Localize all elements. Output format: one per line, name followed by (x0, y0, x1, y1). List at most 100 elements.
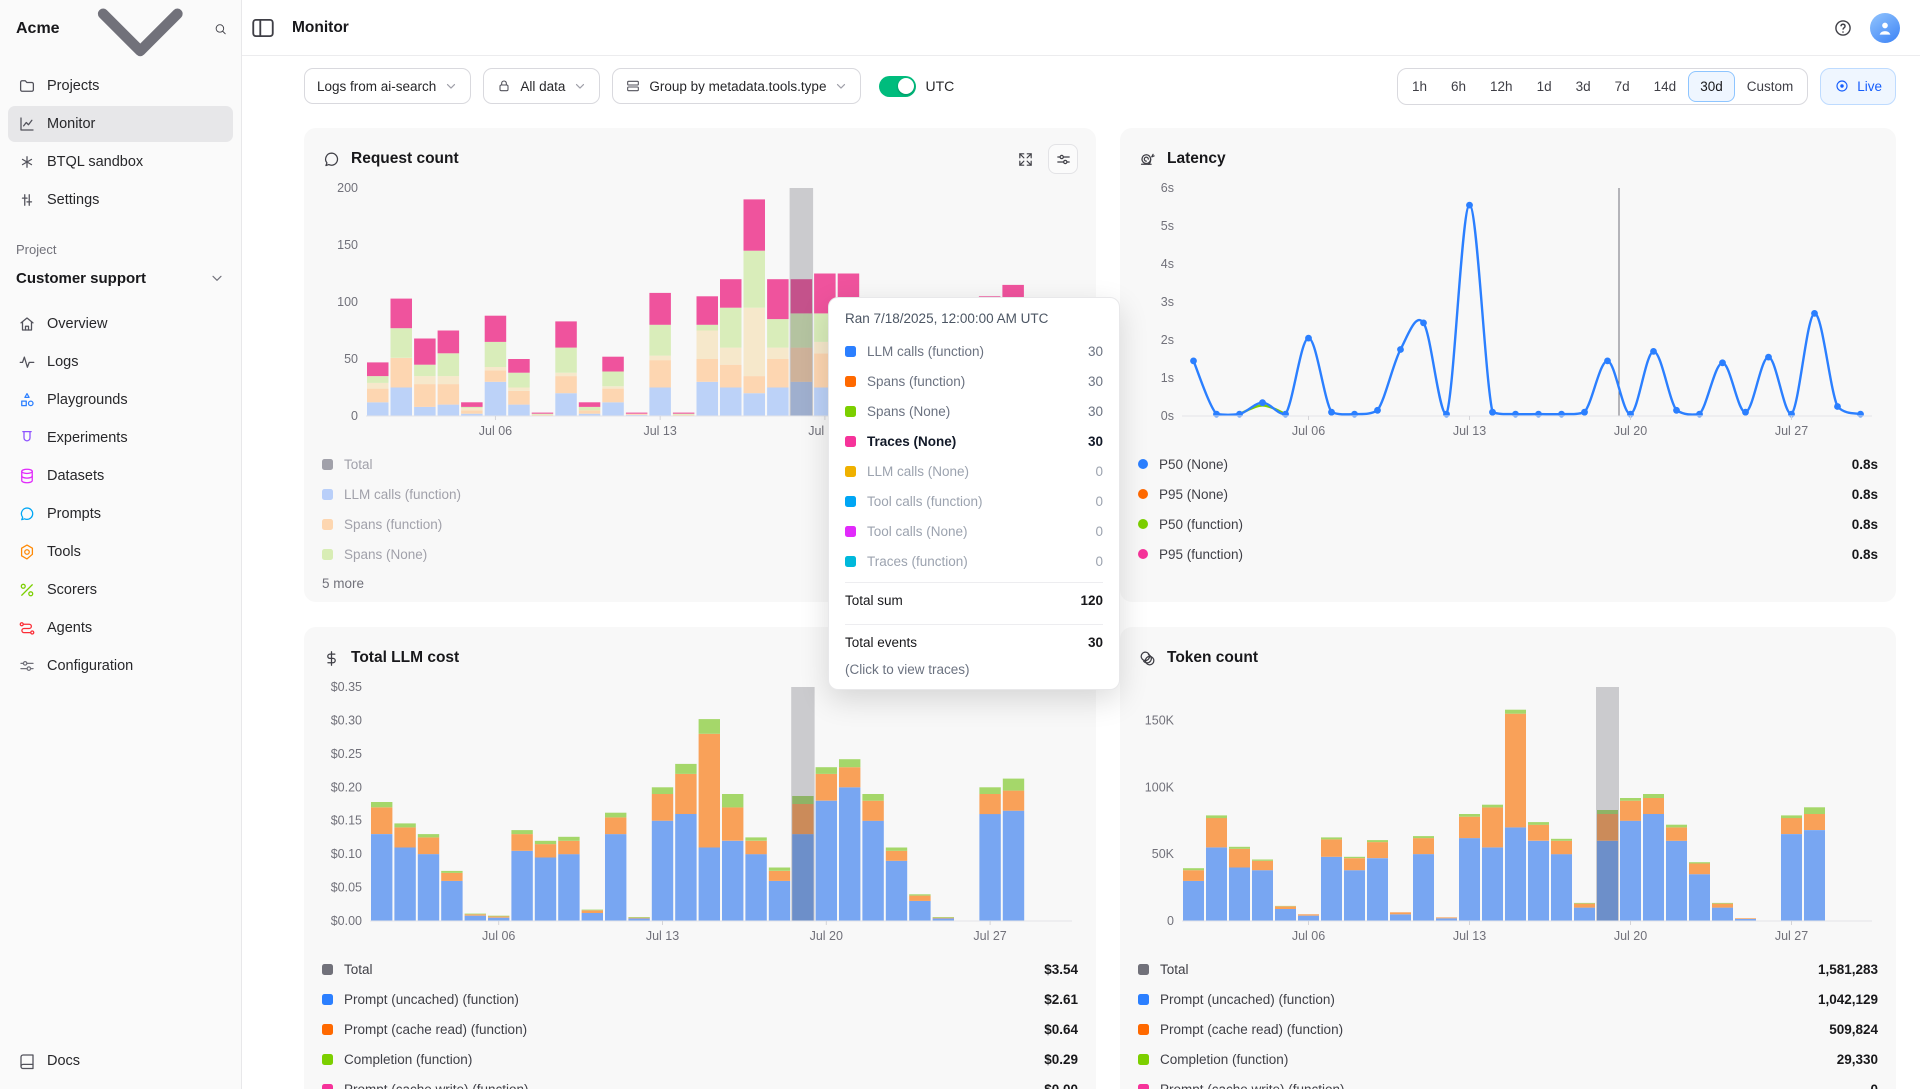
svg-text:$0.35: $0.35 (331, 680, 362, 694)
help-icon[interactable] (1828, 13, 1858, 43)
experiment-icon (18, 429, 36, 447)
sidebar-item-tools[interactable]: Tools (8, 533, 233, 571)
filter-pill-all-data[interactable]: All data (483, 68, 600, 104)
svg-text:Jul 13: Jul 13 (643, 424, 676, 438)
sidebar-item-logs[interactable]: Logs (8, 343, 233, 381)
range-button-12h[interactable]: 12h (1478, 71, 1525, 102)
expand-icon[interactable] (1012, 146, 1038, 172)
tooltip-hint: (Click to view traces) (845, 660, 1103, 677)
legend-swatch (1138, 1024, 1149, 1035)
filter-pill-logs-from-ai-search[interactable]: Logs from ai-search (304, 68, 471, 104)
svg-text:100: 100 (337, 295, 358, 309)
panel-title: Total LLM cost (351, 649, 459, 667)
sidebar-item-overview[interactable]: Overview (8, 305, 233, 343)
svg-text:Jul 13: Jul 13 (1453, 424, 1486, 438)
legend-item[interactable]: Prompt (uncached) (function)1,042,129 (1138, 984, 1878, 1014)
legend-swatch (1138, 1054, 1149, 1065)
sidebar-item-docs[interactable]: Docs (8, 1043, 233, 1079)
tooltip-series-row: Spans (function)30 (845, 366, 1103, 396)
range-button-30d[interactable]: 30d (1688, 71, 1735, 102)
legend-item[interactable]: Prompt (cache write) (function)$0.00 (322, 1074, 1078, 1089)
book-icon (18, 1052, 36, 1070)
sidebar-item-btql-sandbox[interactable]: BTQL sandbox (8, 144, 233, 180)
legend-item[interactable]: P95 (function)0.8s (1138, 539, 1878, 569)
home-icon (18, 315, 36, 333)
live-button[interactable]: Live (1820, 68, 1896, 105)
tooltip-series-row: Tool calls (function)0 (845, 486, 1103, 516)
llm-cost-legend: Total$3.54Prompt (uncached) (function)$2… (322, 954, 1078, 1089)
range-button-custom[interactable]: Custom (1735, 71, 1806, 102)
avatar[interactable] (1870, 13, 1900, 43)
legend-swatch (1138, 459, 1148, 469)
live-target-icon (1834, 78, 1850, 94)
project-selector[interactable]: Customer support (8, 261, 233, 295)
sidebar-item-monitor[interactable]: Monitor (8, 106, 233, 142)
legend-item[interactable]: P50 (function)0.8s (1138, 509, 1878, 539)
range-button-1h[interactable]: 1h (1400, 71, 1439, 102)
legend-swatch (322, 549, 333, 560)
utc-label: UTC (925, 78, 954, 94)
sidebar-item-datasets[interactable]: Datasets (8, 457, 233, 495)
tooltip-series-row: LLM calls (function)30 (845, 336, 1103, 366)
filter-pill-group-by-metadata-tools-type[interactable]: Group by metadata.tools.type (612, 68, 861, 104)
legend-item[interactable]: Total$3.54 (322, 954, 1078, 984)
panel-toggle-icon[interactable] (250, 15, 276, 41)
sidebar-item-scorers[interactable]: Scorers (8, 571, 233, 609)
svg-text:Jul 20: Jul 20 (1614, 929, 1647, 943)
tooltip-total-sum: Total sum120 (845, 582, 1103, 618)
legend-item[interactable]: Prompt (cache read) (function)$0.64 (322, 1014, 1078, 1044)
svg-text:$0.15: $0.15 (331, 814, 362, 828)
legend-item[interactable]: Total1,581,283 (1138, 954, 1878, 984)
tooltip-series-row: Tool calls (None)0 (845, 516, 1103, 546)
svg-text:0: 0 (1167, 914, 1174, 928)
svg-text:Jul 06: Jul 06 (1292, 929, 1325, 943)
legend-item[interactable]: P95 (None)0.8s (1138, 479, 1878, 509)
svg-text:150: 150 (337, 238, 358, 252)
range-button-7d[interactable]: 7d (1603, 71, 1642, 102)
legend-item[interactable]: Prompt (cache read) (function)509,824 (1138, 1014, 1878, 1044)
sidebar-item-agents[interactable]: Agents (8, 609, 233, 647)
svg-text:$0.10: $0.10 (331, 847, 362, 861)
legend-swatch (322, 1054, 333, 1065)
sidebar-item-playgrounds[interactable]: Playgrounds (8, 381, 233, 419)
hexagon-icon (18, 543, 36, 561)
svg-text:200: 200 (337, 181, 358, 195)
token-count-legend: Total1,581,283Prompt (uncached) (functio… (1138, 954, 1878, 1089)
database-icon (18, 467, 36, 485)
llm-cost-chart[interactable]: $0.00$0.05$0.10$0.15$0.20$0.25$0.30$0.35… (322, 677, 1078, 948)
range-button-14d[interactable]: 14d (1642, 71, 1689, 102)
settings-sliders-icon (18, 191, 36, 209)
chat-icon (322, 150, 341, 169)
svg-text:6s: 6s (1161, 181, 1174, 195)
latency-chart[interactable]: 0s1s2s3s4s5s6sJul 06Jul 13Jul 20Jul 27 (1138, 178, 1878, 443)
range-button-6h[interactable]: 6h (1439, 71, 1478, 102)
legend-swatch (322, 519, 333, 530)
range-button-3d[interactable]: 3d (1564, 71, 1603, 102)
percent-icon (18, 581, 36, 599)
token-count-chart[interactable]: 050K100K150KJul 06Jul 13Jul 20Jul 27 (1138, 677, 1878, 948)
sidebar-item-experiments[interactable]: Experiments (8, 419, 233, 457)
panel-title: Token count (1167, 649, 1258, 667)
search-icon[interactable] (214, 16, 227, 42)
utc-toggle[interactable] (879, 76, 916, 97)
chart-settings-button[interactable] (1048, 144, 1078, 174)
legend-item[interactable]: Completion (function)29,330 (1138, 1044, 1878, 1074)
playgrounds-icon (18, 391, 36, 409)
svg-text:4s: 4s (1161, 257, 1174, 271)
legend-item[interactable]: P50 (None)0.8s (1138, 449, 1878, 479)
svg-text:Jul 20: Jul 20 (810, 929, 843, 943)
chevron-down-icon (573, 79, 587, 93)
sidebar-item-configuration[interactable]: Configuration (8, 647, 233, 685)
chat-icon (18, 505, 36, 523)
page-title: Monitor (292, 19, 349, 37)
legend-item[interactable]: Prompt (cache write) (function)0 (1138, 1074, 1878, 1089)
legend-item[interactable]: Completion (function)$0.29 (322, 1044, 1078, 1074)
org-name[interactable]: Acme (16, 20, 60, 38)
range-button-1d[interactable]: 1d (1525, 71, 1564, 102)
legend-item[interactable]: Prompt (uncached) (function)$2.61 (322, 984, 1078, 1014)
tooltip-series-row: LLM calls (None)0 (845, 456, 1103, 486)
toolbar: Logs from ai-search All data Group by meta… (242, 56, 1920, 116)
sidebar-item-prompts[interactable]: Prompts (8, 495, 233, 533)
svg-text:$0.25: $0.25 (331, 747, 362, 761)
sidebar-item-settings[interactable]: Settings (8, 182, 233, 218)
